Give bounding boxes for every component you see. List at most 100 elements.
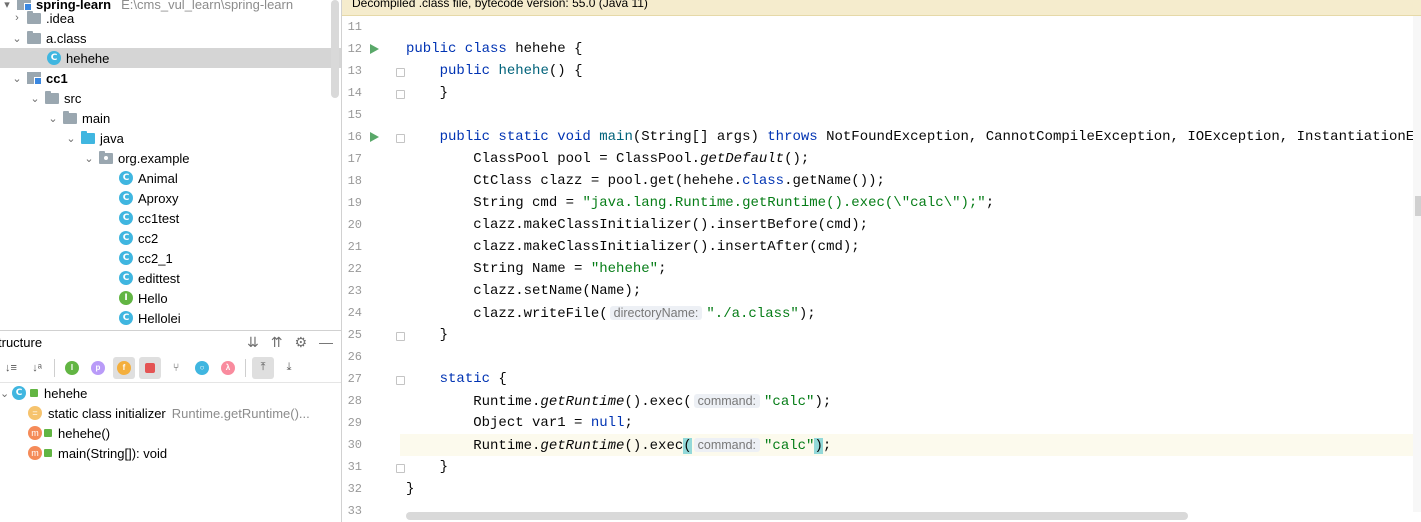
- code-line-27: static {: [439, 371, 507, 387]
- runnable-class-icon: C: [118, 210, 134, 226]
- structure-toolbar: ↓≡ ↓ᵃ I p f ⑂ ○ λ ⤒ ⤓: [0, 353, 341, 383]
- structure-row-class[interactable]: ⌄ C hehehe: [0, 383, 87, 403]
- public-lock-icon: [44, 449, 52, 457]
- source-folder-icon: [80, 130, 96, 146]
- chevron-down-icon[interactable]: ⌄: [46, 108, 60, 128]
- structure-row-static-init[interactable]: = static class initializer Runtime.getRu…: [28, 403, 310, 423]
- code-line-24: clazz.writeFile(directoryName: "./a.class…: [406, 306, 816, 322]
- structure-tool-window: tructure ⇊ ⇈ ⚙ — ↓≡ ↓ᵃ I p f ⑂ ○ λ ⤒ ⤓ ⌄…: [0, 330, 341, 522]
- code-line-23: clazz.setName(Name);: [406, 283, 642, 299]
- line-number: 18: [347, 174, 362, 188]
- tree-row-edittest[interactable]: C edittest: [0, 268, 341, 288]
- line-number: 14: [347, 86, 362, 100]
- class-icon: C: [46, 50, 62, 66]
- public-lock-icon: [44, 429, 52, 437]
- sort-alpha-icon[interactable]: ↓ᵃ: [26, 357, 48, 379]
- tree-row-cc2[interactable]: C cc2: [0, 228, 341, 248]
- line-number: 11: [347, 20, 362, 34]
- minimize-icon[interactable]: —: [319, 334, 333, 350]
- expand-all-icon[interactable]: ⇊: [247, 334, 259, 351]
- code-line-12: public class hehehe {: [406, 41, 583, 57]
- autoscroll-to-source-icon[interactable]: ⤒: [252, 356, 274, 379]
- tree-row-cc1test[interactable]: C cc1test: [0, 208, 341, 228]
- tree-row-animal[interactable]: C Animal: [0, 168, 341, 188]
- tree-row-cc2-1[interactable]: C cc2_1: [0, 248, 341, 268]
- runnable-class-icon: C: [118, 250, 134, 266]
- chevron-down-icon[interactable]: ⌄: [10, 28, 24, 48]
- tree-item-label: org.example: [118, 150, 190, 166]
- line-number: 22: [347, 262, 362, 276]
- sort-by-type-icon[interactable]: ↓≡: [0, 357, 22, 379]
- package-icon: [98, 150, 114, 166]
- module-icon: [26, 70, 42, 86]
- interface-icon: I: [118, 290, 134, 306]
- decompiled-banner: Decompiled .class file, bytecode version…: [342, 0, 1421, 16]
- collapse-all-icon[interactable]: ⇈: [271, 334, 283, 351]
- horizontal-scrollbar[interactable]: [406, 512, 1188, 520]
- code-area[interactable]: public class hehehe { public hehehe() { …: [400, 16, 1414, 512]
- tree-row-hehehe[interactable]: C hehehe: [0, 48, 341, 68]
- tree-item-label: cc1test: [138, 210, 180, 226]
- folder-icon: [44, 90, 60, 106]
- code-line-22: String Name = "hehehe";: [406, 261, 667, 277]
- tree-row-main[interactable]: ⌄ main: [0, 108, 341, 128]
- show-fields-icon[interactable]: f: [113, 356, 135, 379]
- chevron-down-icon[interactable]: ⌄: [10, 68, 24, 88]
- code-line-14: }: [406, 85, 449, 101]
- show-properties-icon[interactable]: p: [87, 357, 109, 379]
- method-icon: m: [28, 426, 42, 440]
- line-number: 16: [347, 130, 362, 144]
- show-lambdas-icon[interactable]: λ: [217, 357, 239, 379]
- tree-row-hellolei[interactable]: C Hellolei: [0, 308, 341, 328]
- structure-row-constructor[interactable]: m hehehe(): [28, 423, 110, 443]
- tree-row-org-example[interactable]: ⌄ org.example: [0, 148, 341, 168]
- tree-item-label: edittest: [138, 270, 180, 286]
- code-line-18: CtClass clazz = pool.get(hehehe.class.ge…: [406, 173, 885, 189]
- tree-row-java[interactable]: ⌄ java: [0, 128, 341, 148]
- vertical-scrollbar[interactable]: [1415, 196, 1421, 216]
- chevron-down-icon[interactable]: ⌄: [82, 148, 96, 168]
- line-number: 32: [347, 482, 362, 496]
- tree-row-cc1[interactable]: ⌄ cc1: [0, 68, 341, 88]
- chevron-down-icon[interactable]: ⌄: [64, 128, 78, 148]
- chevron-down-icon[interactable]: ⌄: [0, 387, 12, 400]
- string-literal: "./a.class": [706, 306, 799, 322]
- tree-item-label: a.class: [46, 30, 87, 46]
- gear-icon[interactable]: ⚙: [294, 334, 307, 351]
- chevron-down-icon[interactable]: ⌄: [28, 88, 42, 108]
- structure-item-hint: Runtime.getRuntime()...: [171, 405, 310, 421]
- tree-row-src[interactable]: ⌄ src: [0, 88, 341, 108]
- line-number: 20: [347, 218, 362, 232]
- tree-row-aproxy[interactable]: C Aproxy: [0, 188, 341, 208]
- tree-item-label: Aproxy: [138, 190, 179, 206]
- code-editor[interactable]: Decompiled .class file, bytecode version…: [341, 0, 1421, 522]
- show-lambdas-tree-icon[interactable]: ⑂: [165, 357, 187, 379]
- code-line-19: String cmd = "java.lang.Runtime.getRunti…: [406, 195, 995, 211]
- show-inherited-icon[interactable]: I: [61, 357, 83, 379]
- show-anonymous-icon[interactable]: ○: [191, 357, 213, 379]
- editor-gutter[interactable]: 11 12 13 14 15 16 17 18 19 20 21 22 23 2…: [342, 16, 405, 522]
- autoscroll-from-source-icon[interactable]: ⤓: [278, 357, 300, 379]
- runnable-class-icon: C: [118, 270, 134, 286]
- run-main-icon[interactable]: [370, 132, 379, 142]
- folder-icon: [26, 10, 42, 26]
- tree-row-hello[interactable]: I Hello: [0, 288, 341, 308]
- tree-item-label: cc1: [46, 70, 68, 86]
- line-number: 23: [347, 284, 362, 298]
- chevron-right-icon[interactable]: ›: [10, 8, 24, 28]
- public-lock-icon: [30, 389, 38, 397]
- tree-row-a-class[interactable]: ⌄ a.class: [0, 28, 341, 48]
- tree-item-label: java: [100, 130, 124, 146]
- structure-row-main[interactable]: m main(String[]): void: [28, 443, 167, 463]
- tree-row-idea[interactable]: › .idea: [0, 8, 341, 28]
- error-stripe[interactable]: [1413, 16, 1421, 512]
- line-number: 17: [347, 152, 362, 166]
- tree-item-label: Hellolei: [138, 310, 181, 326]
- code-line-28: Runtime.getRuntime().exec(command: "calc"…: [406, 394, 832, 410]
- runnable-class-icon: C: [118, 230, 134, 246]
- show-non-public-icon[interactable]: [139, 356, 161, 379]
- project-scrollbar[interactable]: [331, 0, 339, 98]
- string-literal: "calc": [764, 394, 815, 410]
- code-line-17: ClassPool pool = ClassPool.getDefault();: [406, 151, 810, 167]
- run-class-icon[interactable]: [370, 44, 379, 54]
